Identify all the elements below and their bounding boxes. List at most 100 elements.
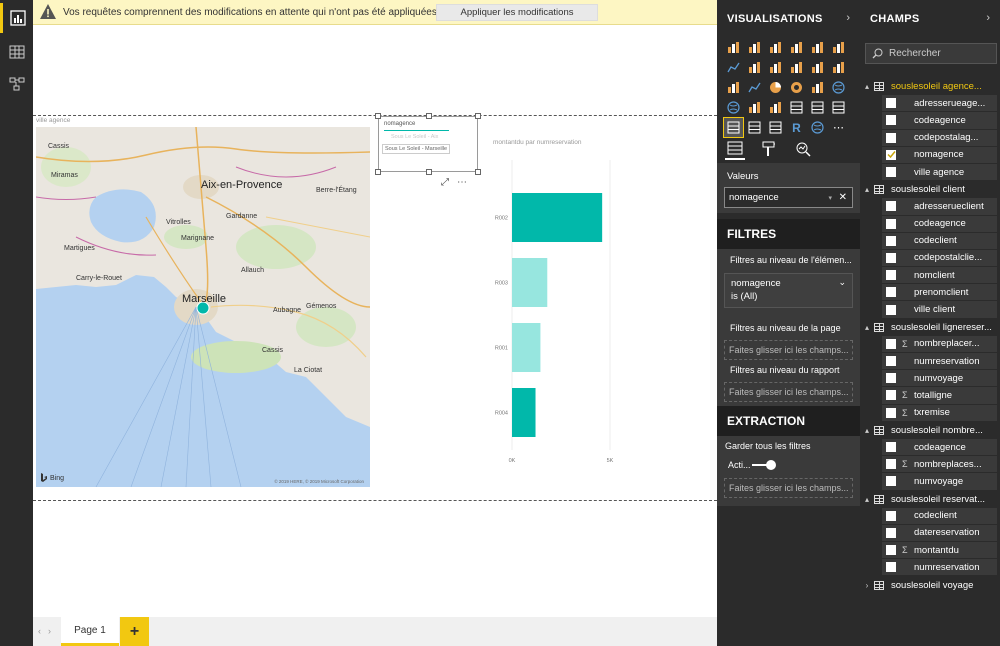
field-item[interactable]: numreservation — [882, 559, 997, 577]
page-filters-drop-zone[interactable]: Faites glisser ici les champs... — [724, 340, 853, 360]
report-filters-drop-zone[interactable]: Faites glisser ici les champs... — [724, 382, 853, 402]
line-column-visual-icon[interactable] — [787, 58, 806, 77]
field-item[interactable]: codepostalclie... — [882, 249, 997, 268]
matrix-visual-icon[interactable] — [766, 118, 785, 137]
nomagence-filter-card[interactable]: nomagence is (All) ⌄ — [724, 273, 853, 308]
field-checkbox[interactable] — [886, 252, 896, 263]
more-visual-icon[interactable]: ⋯ — [829, 118, 848, 137]
focus-mode-icon[interactable]: ⤢ — [441, 177, 449, 188]
more-options-icon[interactable]: ⋯ — [457, 177, 467, 188]
field-checkbox[interactable] — [886, 287, 896, 298]
bar-chart[interactable]: R002 R003 R001 R004 0K 5K — [483, 150, 628, 470]
field-item[interactable]: codepostalag... — [882, 129, 997, 147]
field-table[interactable]: ▴ souslesoleil client — [860, 181, 1000, 198]
bar-R001[interactable] — [512, 323, 541, 372]
filled-map-visual-icon[interactable] — [724, 98, 743, 117]
chevron-down-icon[interactable]: ▴ — [860, 495, 874, 504]
bar-R003[interactable] — [512, 258, 548, 307]
field-checkbox[interactable] — [886, 459, 896, 470]
field-item[interactable]: numvoyage — [882, 370, 997, 388]
tab-prev-icon[interactable]: ‹ — [38, 626, 41, 636]
field-table[interactable]: ▴ souslesoleil lignereser... — [860, 319, 1000, 336]
waterfall-visual-icon[interactable] — [724, 78, 743, 97]
r-visual-visual-icon[interactable]: R — [787, 118, 806, 137]
table-visual-icon[interactable] — [745, 118, 764, 137]
dropdown-caret-icon[interactable]: ▾ — [828, 194, 832, 202]
field-checkbox[interactable] — [886, 270, 896, 281]
remove-field-icon[interactable]: ✕ — [839, 192, 847, 203]
field-checkbox[interactable] — [886, 235, 896, 246]
map-visual[interactable]: Cassis Aix-en-Provence Vitrolles Martigu… — [36, 127, 370, 487]
chevron-down-icon[interactable]: ⌄ — [838, 277, 846, 288]
chevron-down-icon[interactable]: ▴ — [860, 185, 874, 194]
chevron-down-icon[interactable]: ▴ — [860, 426, 874, 435]
100-column-visual-icon[interactable] — [829, 38, 848, 57]
keep-filters-toggle[interactable] — [752, 460, 776, 470]
field-table[interactable]: ▴ souslesoleil agence... — [860, 78, 1000, 95]
field-checkbox[interactable] — [886, 390, 896, 401]
data-view-icon[interactable] — [0, 37, 33, 67]
field-item[interactable]: numvoyage — [882, 473, 997, 491]
line-visual-icon[interactable] — [724, 58, 743, 77]
collapse-fields-icon[interactable]: › — [986, 12, 990, 24]
analytics-magnifier-icon[interactable] — [793, 138, 813, 160]
values-well-field[interactable]: nomagence ▾ ✕ — [724, 187, 853, 208]
field-item[interactable]: Σtotalligne — [882, 387, 997, 405]
field-checkbox[interactable] — [886, 201, 896, 212]
bar-R004[interactable] — [512, 388, 536, 437]
chevron-down-icon[interactable]: ▴ — [860, 323, 874, 332]
fields-search-input[interactable]: Rechercher — [865, 43, 997, 64]
slicer-item[interactable]: Sous Le Soleil - Marseille — [382, 144, 451, 154]
field-checkbox[interactable] — [886, 338, 896, 349]
field-item[interactable]: prenomclient — [882, 284, 997, 302]
field-checkbox[interactable] — [886, 527, 896, 538]
field-item[interactable]: Σnombreplacer... — [882, 335, 997, 353]
field-table[interactable]: ▴ souslesoleil nombre... — [860, 422, 1000, 439]
pie-visual-icon[interactable] — [766, 78, 785, 97]
field-checkbox[interactable] — [886, 132, 896, 143]
tab-page-1[interactable]: Page 1 — [61, 617, 119, 646]
field-item[interactable]: codeagence — [882, 112, 997, 130]
multi-row-card-visual-icon[interactable] — [808, 98, 827, 117]
field-item[interactable]: Σnombreplaces... — [882, 456, 997, 474]
field-item[interactable]: Σtxremise — [882, 404, 997, 422]
field-checkbox[interactable] — [886, 373, 896, 384]
field-checkbox[interactable] — [886, 149, 896, 160]
clustered-column-visual-icon[interactable] — [787, 38, 806, 57]
funnel-visual-icon[interactable] — [745, 98, 764, 117]
bar-R002[interactable] — [512, 193, 603, 242]
field-item[interactable]: adresserueclient — [882, 198, 997, 216]
field-item[interactable]: adresserueage... — [882, 95, 997, 113]
slicer-visual-icon[interactable] — [723, 117, 744, 138]
fields-well-icon[interactable] — [725, 138, 745, 160]
stacked-column-visual-icon[interactable] — [745, 38, 764, 57]
map-visual-icon[interactable] — [829, 78, 848, 97]
field-checkbox[interactable] — [886, 218, 896, 229]
field-checkbox[interactable] — [886, 115, 896, 126]
clustered-bar-visual-icon[interactable] — [766, 38, 785, 57]
field-checkbox[interactable] — [886, 407, 896, 418]
report-view-icon[interactable] — [0, 3, 33, 33]
treemap-visual-icon[interactable] — [808, 78, 827, 97]
field-item[interactable]: numreservation — [882, 353, 997, 371]
field-checkbox[interactable] — [886, 356, 896, 367]
field-item[interactable]: codeclient — [882, 232, 997, 250]
nomagence-slicer[interactable]: nomagence Sous Le Soleil - Aix Sous Le S… — [375, 113, 481, 175]
field-item[interactable]: nomagence — [882, 146, 997, 164]
scatter-visual-icon[interactable] — [745, 78, 764, 97]
field-checkbox[interactable] — [886, 562, 896, 573]
field-item[interactable]: ville agence — [882, 163, 997, 182]
card-visual-icon[interactable] — [787, 98, 806, 117]
tab-next-icon[interactable]: › — [48, 626, 51, 636]
field-item[interactable]: ville client — [882, 301, 997, 319]
model-view-icon[interactable] — [0, 69, 33, 99]
chevron-down-icon[interactable]: ▴ — [860, 82, 874, 91]
field-checkbox[interactable] — [886, 167, 896, 178]
line-clustered-visual-icon[interactable] — [808, 58, 827, 77]
field-checkbox[interactable] — [886, 442, 896, 453]
field-checkbox[interactable] — [886, 476, 896, 487]
kpi-visual-icon[interactable] — [829, 98, 848, 117]
field-checkbox[interactable] — [886, 304, 896, 315]
format-paint-roller-icon[interactable] — [759, 138, 779, 160]
add-page-button[interactable]: + — [120, 617, 149, 646]
